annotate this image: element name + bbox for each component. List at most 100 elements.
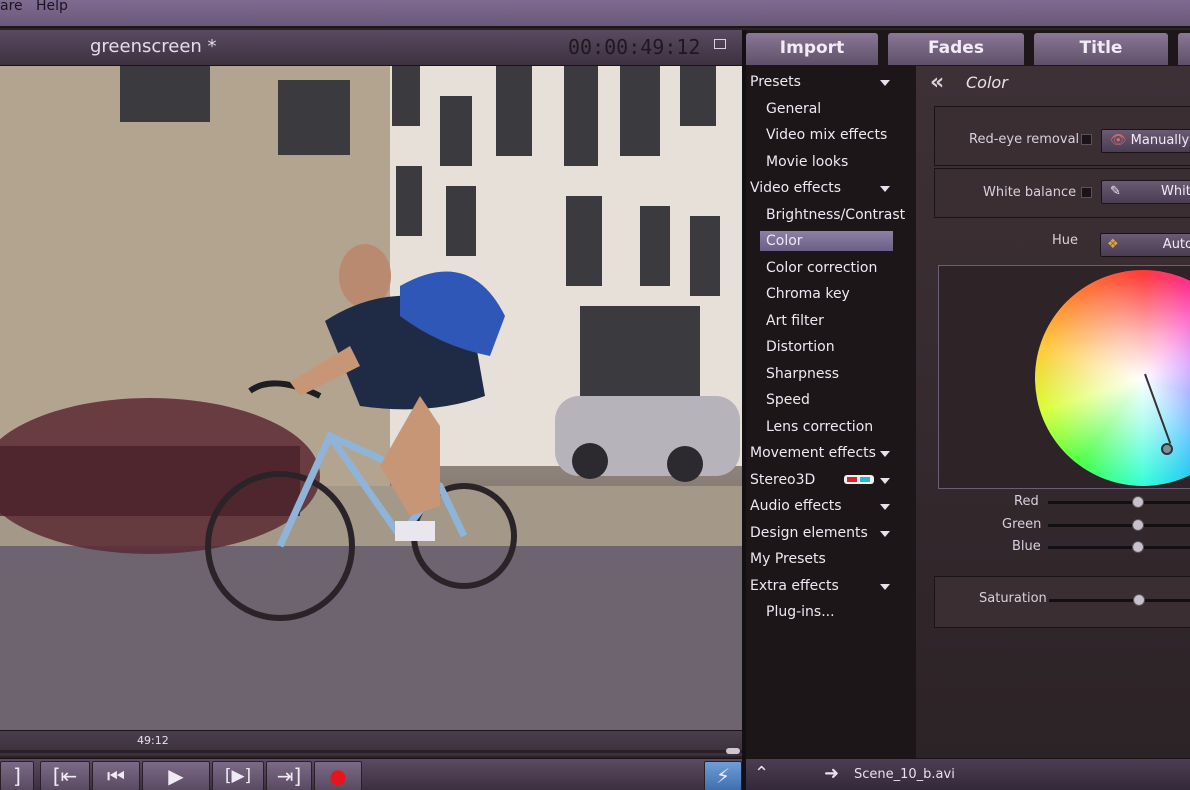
fx-item-lens-correction[interactable]: Lens correction: [746, 415, 916, 439]
play-button[interactable]: ▶: [142, 761, 210, 790]
red-eye-section: Red-eye removal 👁 Manually: [934, 106, 1190, 166]
fx-item-video-effects[interactable]: Video effects: [746, 176, 916, 200]
tab-more[interactable]: [1178, 33, 1190, 65]
fx-item-label: Video mix effects: [766, 127, 888, 143]
red-eye-manual-button[interactable]: 👁 Manually: [1101, 129, 1190, 153]
lightning-button[interactable]: ⚡: [704, 761, 742, 790]
fx-item-chroma-key[interactable]: Chroma key: [746, 282, 916, 306]
fx-item-label: Speed: [766, 392, 810, 408]
caret-down-icon[interactable]: [880, 186, 890, 192]
green-label: Green: [1002, 516, 1042, 532]
blue-label: Blue: [1012, 539, 1041, 554]
fx-item-speed[interactable]: Speed: [746, 388, 916, 412]
caret-down-icon[interactable]: [880, 583, 890, 590]
white-balance-label: White balance: [983, 185, 1077, 200]
scrub-track[interactable]: [0, 750, 742, 753]
fx-item-art-filter[interactable]: Art filter: [746, 309, 916, 333]
fx-item-video-mix-effects[interactable]: Video mix effects: [746, 123, 916, 147]
hue-auto-button[interactable]: ❖ Auto: [1100, 233, 1190, 257]
timecode-display: 00:00:49:12: [568, 35, 701, 59]
tab-import[interactable]: Import: [746, 33, 878, 65]
fx-item-label: Design elements: [750, 524, 868, 541]
fx-item-extra-effects[interactable]: Extra effects: [746, 574, 916, 598]
red-eye-button-label: Manually: [1130, 133, 1190, 148]
scrub-bar[interactable]: 49:12: [0, 730, 742, 756]
red-eye-label: Red-eye removal: [969, 132, 1080, 147]
saturation-slider-handle[interactable]: [1133, 594, 1145, 606]
green-slider-track[interactable]: [1048, 523, 1190, 527]
eyedropper-icon: ✎: [1110, 184, 1121, 199]
caret-down-icon[interactable]: [880, 451, 890, 457]
fx-item-design-elements[interactable]: Design elements: [746, 521, 916, 545]
fx-item-stereo3d[interactable]: Stereo3D: [746, 468, 916, 492]
blue-slider-handle[interactable]: [1132, 541, 1144, 553]
eye-icon: 👁: [1110, 133, 1127, 148]
green-slider-handle[interactable]: [1132, 518, 1144, 531]
go-to-end-button[interactable]: ⇥]: [266, 761, 312, 790]
fx-item-label: Color: [760, 231, 893, 251]
caret-down-icon[interactable]: [880, 477, 890, 484]
fullscreen-icon[interactable]: [714, 39, 726, 49]
fx-item-sharpness[interactable]: Sharpness: [746, 362, 916, 386]
fx-item-color-correction[interactable]: Color correction: [746, 256, 916, 280]
tab-fades[interactable]: Fades: [888, 33, 1024, 65]
fx-item-label: Audio effects: [750, 498, 842, 514]
fx-item-audio-effects[interactable]: Audio effects: [746, 494, 916, 518]
red-slider-handle[interactable]: [1132, 496, 1144, 508]
white-balance-button[interactable]: ✎ White: [1101, 180, 1190, 204]
fx-item-movie-looks[interactable]: Movie looks: [746, 150, 916, 174]
slider-row-green: Green: [916, 515, 1190, 535]
blue-slider-track[interactable]: [1048, 546, 1190, 549]
arrow-right-icon: ➜: [824, 763, 840, 784]
fx-item-presets[interactable]: Presets: [746, 70, 916, 94]
color-settings-panel: « Color Red-eye removal 👁 Manually White…: [916, 66, 1190, 758]
menu-share[interactable]: are: [0, 0, 23, 14]
menu-bar: are Help: [0, 0, 1190, 28]
tab-title[interactable]: Title: [1034, 33, 1168, 65]
color-wheel-area: [938, 265, 1190, 489]
video-preview[interactable]: [0, 66, 742, 730]
record-button[interactable]: ●: [314, 761, 362, 790]
saturation-section: Saturation: [934, 576, 1190, 628]
fx-item-distortion[interactable]: Distortion: [746, 335, 916, 359]
menu-help[interactable]: Help: [36, 0, 68, 14]
fx-item-plug-ins[interactable]: Plug-ins...: [746, 600, 916, 624]
fx-item-brightness-contrast[interactable]: Brightness/Contrast: [746, 203, 916, 227]
fx-item-label: General: [766, 100, 822, 117]
slider-row-blue: Blue: [916, 537, 1190, 557]
next-frame-button[interactable]: [▶]: [212, 761, 264, 790]
red-eye-checkbox[interactable]: [1081, 134, 1092, 145]
fx-item-label: Brightness/Contrast: [766, 206, 906, 223]
tab-bar: Import Fades Title: [746, 30, 1190, 66]
white-balance-button-label: White: [1161, 184, 1190, 199]
fx-item-label: Color correction: [766, 259, 878, 276]
collapse-double-left-icon[interactable]: «: [930, 70, 944, 95]
caret-down-icon[interactable]: [880, 80, 890, 86]
hue-button-label: Auto: [1162, 237, 1190, 252]
fx-item-color[interactable]: Color: [746, 229, 916, 253]
caret-down-icon[interactable]: [880, 530, 890, 537]
fx-item-label: Distortion: [766, 339, 835, 355]
effects-list: Presets General Video mix effects Movie loo…: [746, 66, 916, 758]
fx-item-movement-effects[interactable]: Movement effects: [746, 441, 916, 465]
scrub-handle[interactable]: [726, 748, 740, 754]
fx-item-label: Movie looks: [766, 153, 849, 170]
go-to-start-button[interactable]: [⇤: [40, 761, 90, 790]
color-wheel-handle[interactable]: [1161, 443, 1173, 455]
white-balance-checkbox[interactable]: [1081, 187, 1092, 198]
mark-out-button[interactable]: ]: [0, 761, 34, 790]
fx-item-general[interactable]: General: [746, 97, 916, 121]
previous-frame-button[interactable]: ⏮: [92, 761, 140, 790]
scrub-time-label: 49:12: [137, 734, 169, 747]
preview-header: greenscreen * 00:00:49:12: [0, 30, 742, 66]
stereo-glasses-icon: [844, 474, 874, 484]
caret-down-icon[interactable]: [880, 504, 890, 510]
fx-item-label: Art filter: [766, 312, 824, 329]
fx-item-label: Presets: [750, 74, 801, 90]
fx-item-label: Sharpness: [766, 365, 840, 382]
red-slider-track[interactable]: [1048, 501, 1190, 504]
fx-item-my-presets[interactable]: My Presets: [746, 547, 916, 571]
red-label: Red: [1014, 494, 1039, 509]
saturation-slider-track[interactable]: [1049, 599, 1190, 602]
expand-up-icon[interactable]: ⌃: [754, 763, 769, 784]
